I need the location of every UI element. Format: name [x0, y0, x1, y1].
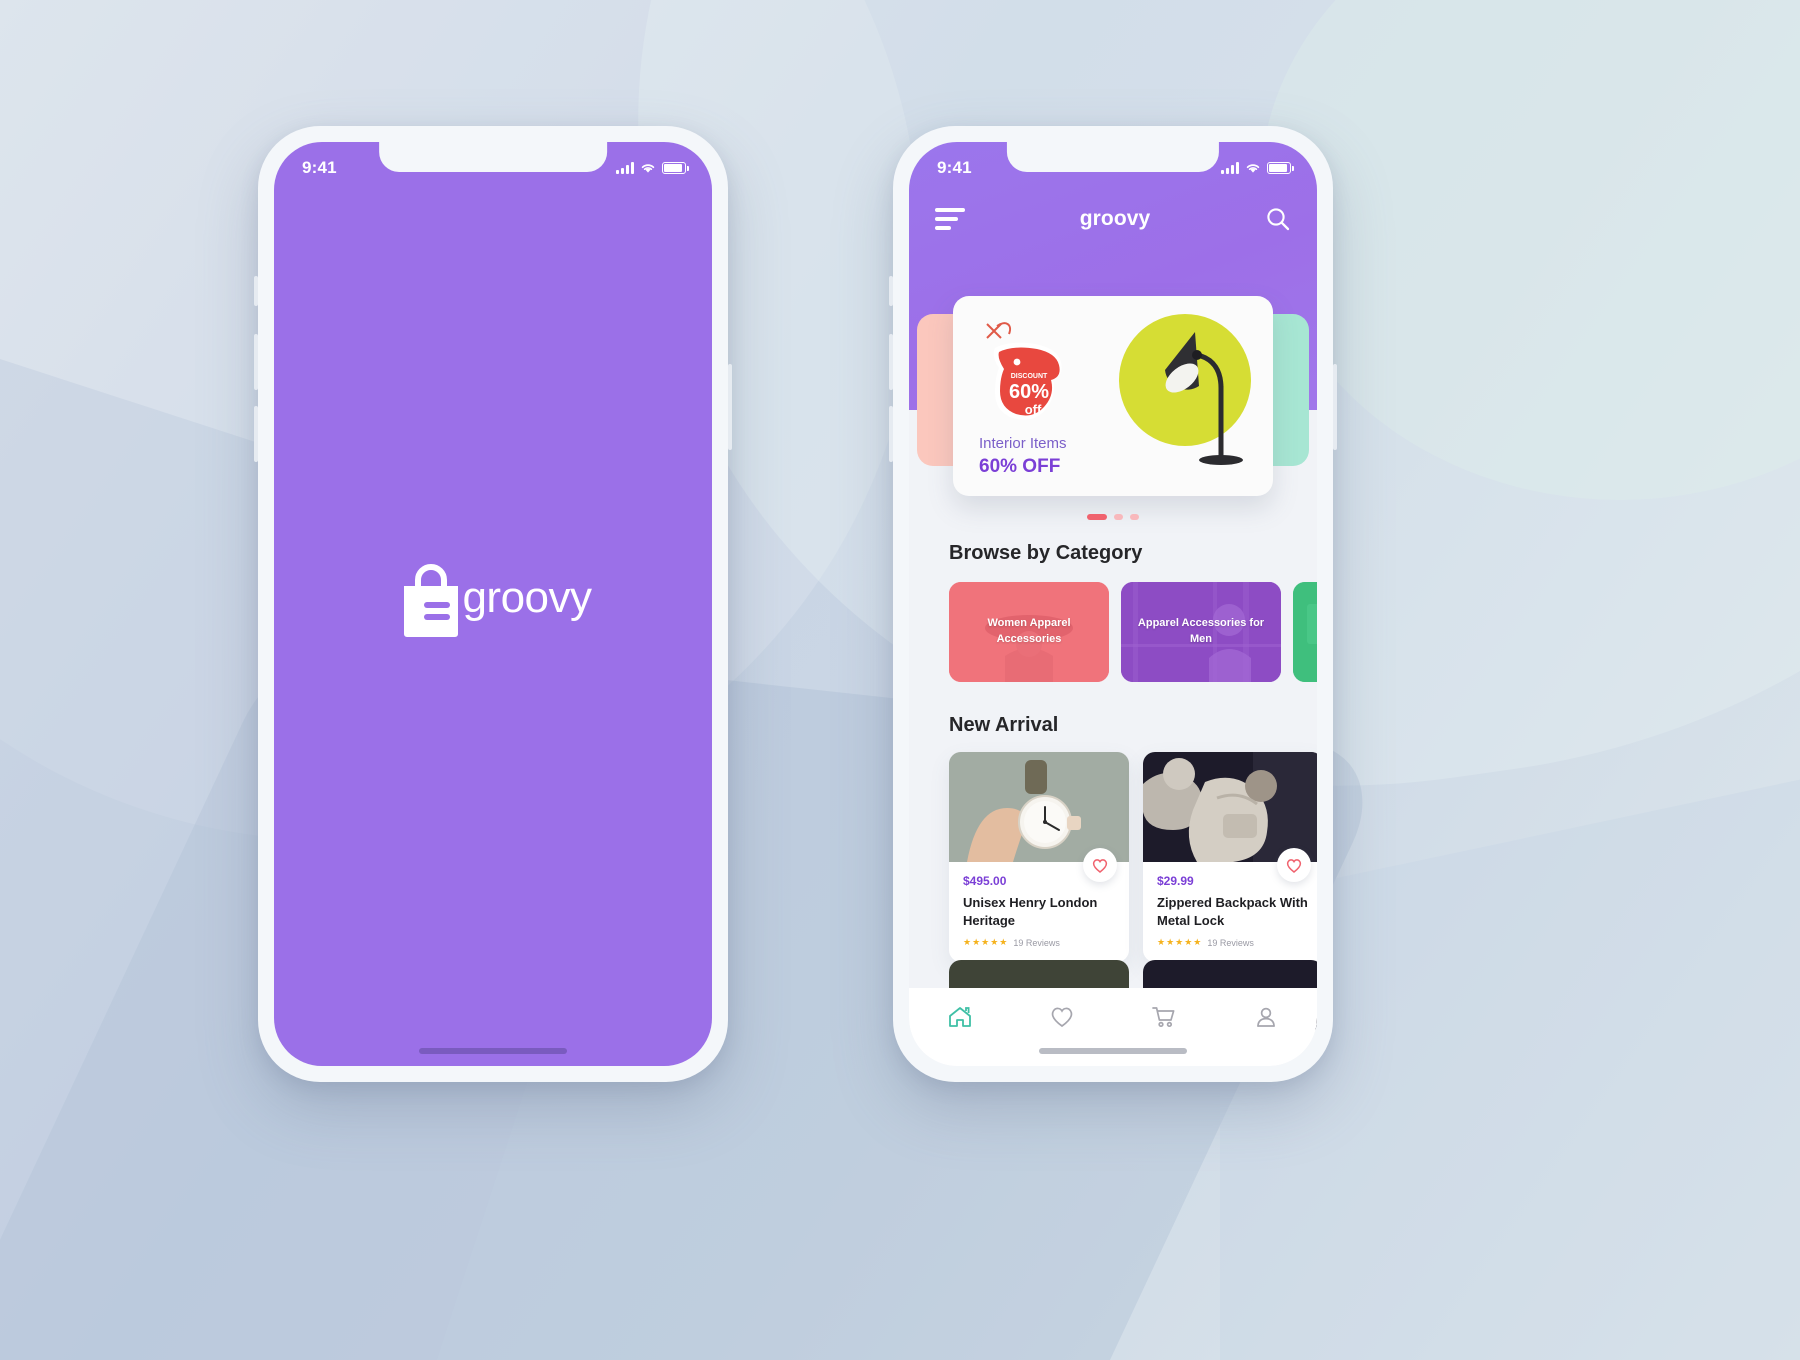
scroll-area[interactable]: DISCOUNT 60% off Interior Items 60% OFF: [909, 142, 1317, 1066]
tab-home[interactable]: [909, 1004, 1011, 1030]
product-rating: ★★★★★ 19 Reviews: [1157, 937, 1309, 948]
home-icon: [949, 1007, 971, 1027]
signal-icon: [616, 162, 634, 174]
power-button[interactable]: [728, 364, 732, 450]
heart-icon: [1051, 1007, 1073, 1028]
power-button-2[interactable]: [1333, 364, 1337, 450]
status-time: 9:41: [302, 158, 337, 177]
product-card[interactable]: $495.00 Unisex Henry London Heritage ★★★…: [949, 752, 1129, 963]
splash-screen: groovy 9:41: [274, 142, 712, 1066]
product-photo-watch: [949, 752, 1129, 862]
favorite-button[interactable]: [1083, 848, 1117, 882]
app-logo: groovy: [394, 556, 592, 640]
product-rating: ★★★★★ 19 Reviews: [963, 937, 1115, 948]
svg-text:DISCOUNT: DISCOUNT: [1011, 373, 1048, 380]
bottom-tab-bar[interactable]: [909, 988, 1317, 1066]
new-arrival-heading: New Arrival: [949, 714, 1059, 736]
volume-up-button-2[interactable]: [889, 334, 893, 390]
tab-cart[interactable]: [1113, 1004, 1215, 1030]
category-heading: Browse by Category: [949, 542, 1143, 564]
shopping-bag-icon: [394, 556, 468, 640]
mute-switch[interactable]: [254, 276, 258, 306]
category-card-women-apparel[interactable]: Women Apparel Accessories: [949, 582, 1109, 682]
profile-icon: [1257, 1007, 1275, 1027]
heart-icon: [1286, 858, 1302, 873]
svg-text:off: off: [1025, 402, 1042, 417]
category-row[interactable]: Women Apparel Accessories Apparel Access…: [949, 582, 1317, 682]
svg-text:60%: 60%: [1009, 381, 1049, 403]
wifi-icon: [641, 164, 655, 173]
category-card-office[interactable]: Co Offi: [1293, 582, 1317, 682]
tab-profile[interactable]: [1215, 1004, 1317, 1030]
product-name: Unisex Henry London Heritage: [963, 895, 1098, 929]
volume-down-button-2[interactable]: [889, 406, 893, 462]
home-screen: DISCOUNT 60% off Interior Items 60% OFF: [909, 142, 1317, 1066]
category-label: Apparel Accessories for Men: [1137, 617, 1265, 645]
phone-notch: [379, 142, 607, 172]
desk-lamp-image: [1109, 308, 1259, 488]
tab-favorites[interactable]: [1011, 1004, 1113, 1030]
category-photo-office: [1293, 582, 1317, 682]
star-rating-icon: ★★★★★: [1157, 937, 1203, 948]
app-title: groovy: [1079, 207, 1151, 230]
review-count: 19 Reviews: [1013, 937, 1060, 948]
category-label: Women Apparel Accessories: [987, 617, 1071, 645]
product-card[interactable]: $29.99 Zippered Backpack With Metal Lock…: [1143, 752, 1317, 963]
logo-text: groovy: [462, 573, 592, 622]
volume-up-button[interactable]: [254, 334, 258, 390]
discount-tag-image: DISCOUNT 60% off: [979, 318, 1073, 420]
carousel-dot-3[interactable]: [1130, 514, 1139, 520]
signal-icon: [1221, 162, 1239, 174]
phone-splash: groovy 9:41: [254, 126, 732, 1082]
phone-notch: [1006, 142, 1220, 172]
category-card-men-apparel[interactable]: Apparel Accessories for Men: [1121, 582, 1281, 682]
carousel-dots[interactable]: [1087, 514, 1139, 520]
banner-subtitle: 60% OFF: [979, 456, 1061, 477]
banner-text-block: Interior Items 60% OFF: [979, 435, 1067, 478]
app-bar: groovy: [909, 188, 1317, 250]
banner-title: Interior Items: [979, 435, 1067, 452]
promo-banner-card[interactable]: DISCOUNT 60% off Interior Items 60% OFF: [953, 296, 1273, 496]
product-photo-backpack: [1143, 752, 1317, 862]
home-content: DISCOUNT 60% off Interior Items 60% OFF: [909, 142, 1317, 1066]
carousel-dot-1[interactable]: [1087, 514, 1107, 520]
search-icon[interactable]: [1265, 206, 1291, 232]
battery-icon: [662, 162, 689, 174]
wifi-icon: [1246, 164, 1260, 173]
new-arrival-row[interactable]: $495.00 Unisex Henry London Heritage ★★★…: [949, 752, 1317, 963]
phone-home: DISCOUNT 60% off Interior Items 60% OFF: [889, 126, 1337, 1082]
status-time: 9:41: [937, 158, 972, 177]
mute-switch-2[interactable]: [889, 276, 893, 306]
home-indicator[interactable]: [419, 1048, 567, 1054]
home-indicator[interactable]: [1039, 1048, 1187, 1054]
review-count: 19 Reviews: [1207, 937, 1254, 948]
hamburger-menu-icon[interactable]: [935, 208, 965, 230]
carousel-dot-2[interactable]: [1114, 514, 1123, 520]
star-rating-icon: ★★★★★: [963, 937, 1009, 948]
splash-background: groovy: [274, 142, 712, 1066]
heart-icon: [1092, 858, 1108, 873]
product-name: Zippered Backpack With Metal Lock: [1157, 895, 1308, 929]
favorite-button[interactable]: [1277, 848, 1311, 882]
cart-icon: [1152, 1007, 1175, 1028]
battery-icon: [1267, 162, 1294, 174]
volume-down-button[interactable]: [254, 406, 258, 462]
